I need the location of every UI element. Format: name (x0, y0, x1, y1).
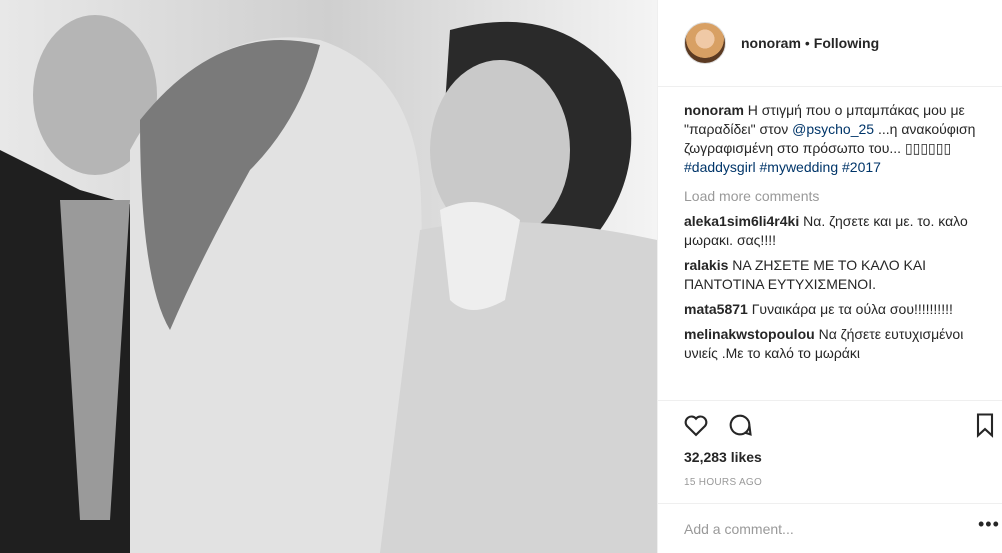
author-avatar[interactable] (684, 22, 726, 64)
following-button[interactable]: Following (814, 35, 879, 51)
post-actions (658, 400, 1002, 448)
post-caption: nonoram Η στιγμή που ο μπαμπάκας μου με … (684, 101, 989, 177)
post-timestamp[interactable]: 15 HOURS AGO (684, 477, 762, 488)
add-comment-section: ••• (658, 503, 1002, 553)
author-line: nonoram • Following (741, 35, 879, 51)
add-comment-input[interactable] (684, 519, 954, 539)
comment-icon[interactable] (726, 411, 754, 439)
comment-item: mata5871 Γυναικάρα με τα ούλα σου!!!!!!!… (684, 300, 989, 319)
post-photo[interactable] (0, 0, 657, 553)
comments-list[interactable]: nonoram Η στιγμή που ο μπαμπάκας μου με … (684, 101, 989, 401)
hashtag-daddysgirl[interactable]: #daddysgirl (684, 159, 756, 175)
post-side-panel: nonoram • Following nonoram Η στιγμή που ο… (657, 0, 1002, 553)
comment-item: melinakwstopoulou Να ζήσετε ευτυχισμένοι… (684, 325, 989, 363)
hashtag-mywedding[interactable]: #mywedding (760, 159, 839, 175)
photo-illustration (0, 0, 657, 553)
post-header: nonoram • Following (658, 0, 1002, 87)
comment-text: Γυναικάρα με τα ούλα σου!!!!!!!!!! (751, 301, 953, 317)
likes-count[interactable]: 32,283 likes (684, 449, 762, 465)
caption-mention[interactable]: @psycho_25 (792, 121, 874, 137)
load-more-comments-link[interactable]: Load more comments (684, 187, 989, 206)
comment-item: ralakis ΝΑ ΖΗΣΕΤΕ ΜΕ ΤΟ ΚΑΛΟ ΚΑΙ ΠΑΝΤΟΤΙ… (684, 256, 989, 294)
comment-item: aleka1sim6li4r4ki Να. ζησετε και με. το.… (684, 212, 989, 250)
bookmark-icon[interactable] (971, 411, 999, 439)
more-options-icon[interactable]: ••• (978, 514, 1000, 535)
hashtag-2017[interactable]: #2017 (842, 159, 881, 175)
caption-username[interactable]: nonoram (684, 102, 744, 118)
author-username[interactable]: nonoram (741, 35, 801, 51)
heart-icon[interactable] (682, 411, 710, 439)
comment-username[interactable]: mata5871 (684, 301, 748, 317)
comment-username[interactable]: melinakwstopoulou (684, 326, 815, 342)
comment-username[interactable]: ralakis (684, 257, 728, 273)
comment-username[interactable]: aleka1sim6li4r4ki (684, 213, 799, 229)
header-separator: • (804, 35, 810, 51)
